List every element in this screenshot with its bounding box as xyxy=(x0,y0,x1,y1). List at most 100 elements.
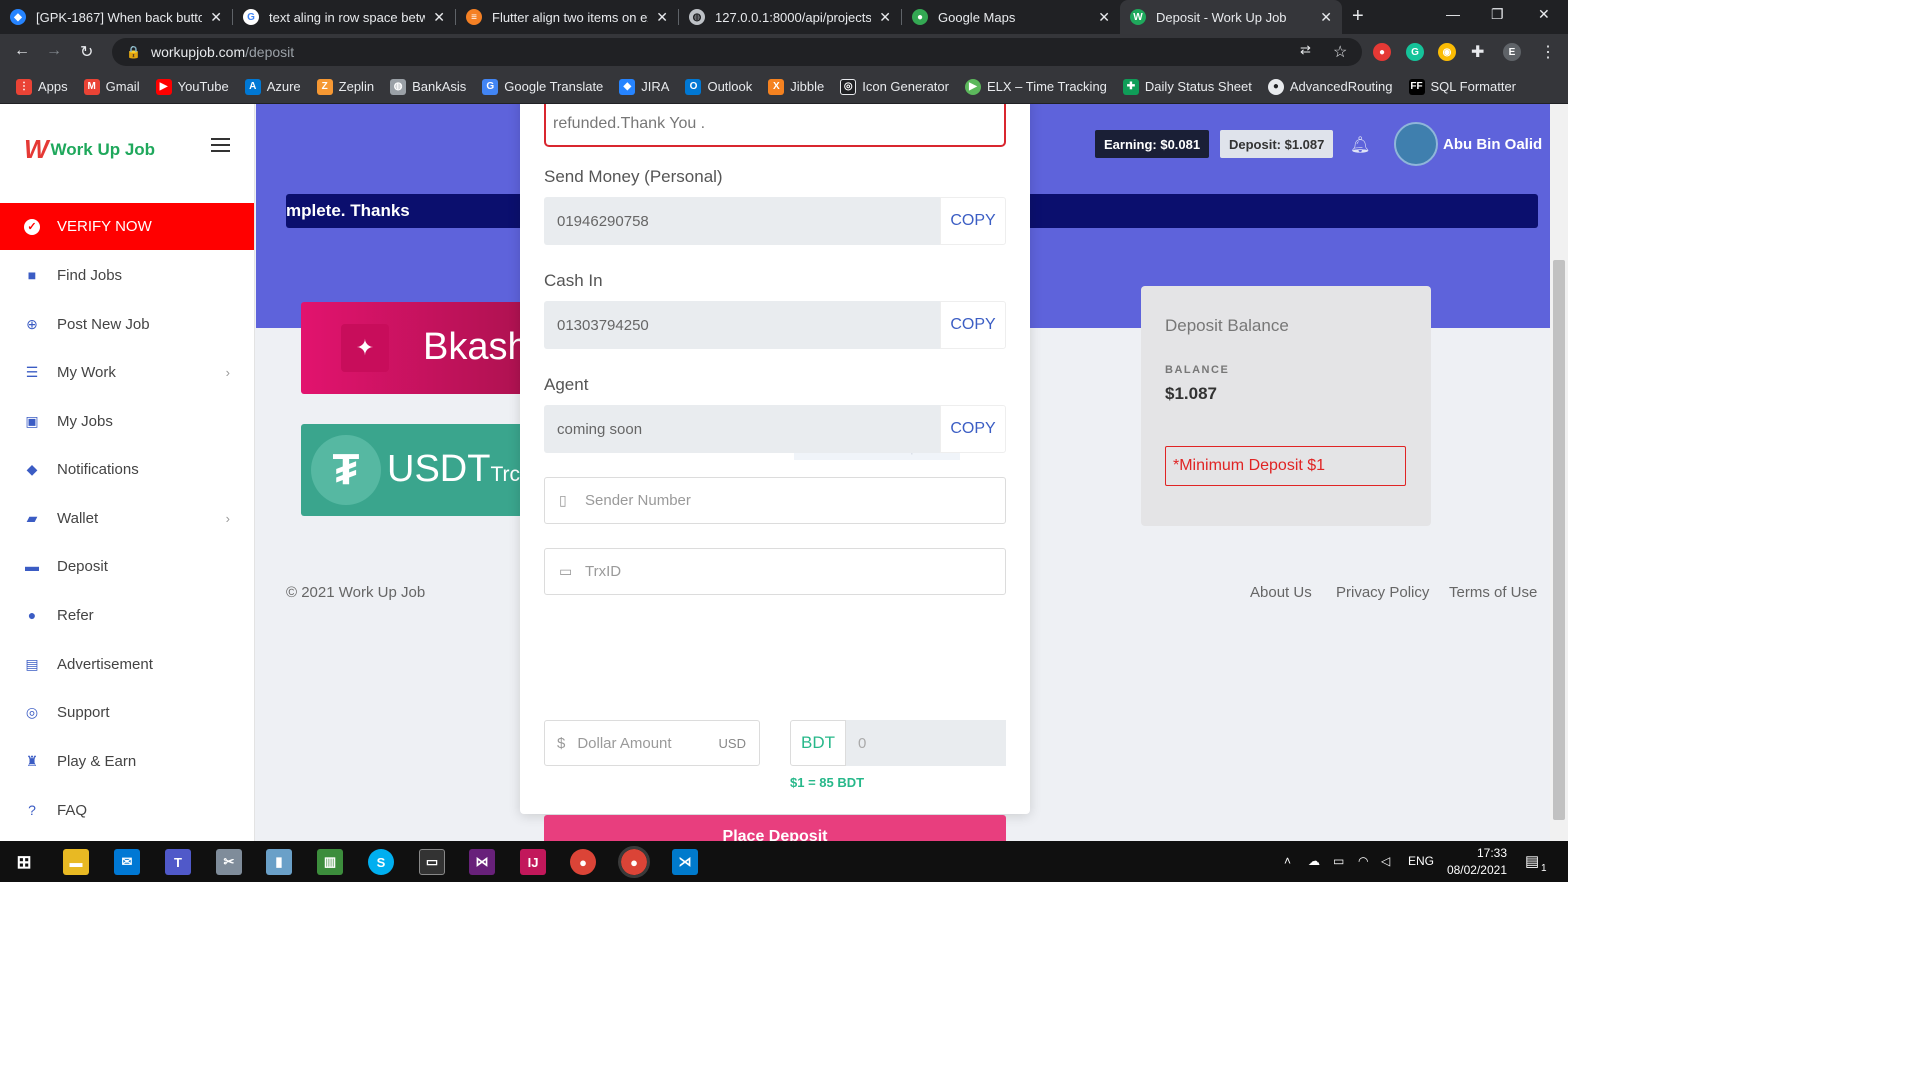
translate-page-icon[interactable]: ⇄ xyxy=(1300,42,1311,58)
bookmark-advanced-routing[interactable]: ● AdvancedRouting xyxy=(1267,78,1393,95)
sidebar-item-deposit[interactable]: ▬ Deposit xyxy=(0,546,254,586)
browser-tab-4[interactable]: ◍ 127.0.0.1:8000/api/projects/ ✕ xyxy=(679,0,901,34)
scrollbar-thumb[interactable] xyxy=(1553,260,1565,820)
sender-number-field[interactable]: ▯ Sender Number xyxy=(544,477,1006,524)
grammarly-icon[interactable]: G xyxy=(1406,43,1424,61)
sidebar-item-my-work[interactable]: ☰ My Work › xyxy=(0,352,254,392)
brand-logo[interactable]: W Work Up Job xyxy=(24,134,155,165)
browser-tab-5[interactable]: ● Google Maps ✕ xyxy=(902,0,1120,34)
more-menu-icon[interactable]: ⋮ xyxy=(1540,42,1556,62)
close-tab-icon[interactable]: ✕ xyxy=(1098,9,1110,26)
skype-icon[interactable]: S xyxy=(368,849,394,875)
bookmark-bankasis[interactable]: ◍ BankAsis xyxy=(390,78,466,95)
forward-icon[interactable]: → xyxy=(46,42,62,60)
onedrive-icon[interactable]: ☁ xyxy=(1308,854,1320,868)
clock[interactable]: 17:33 08/02/2021 xyxy=(1442,845,1507,879)
sidebar-item-find-jobs[interactable]: ■ Find Jobs xyxy=(0,255,254,295)
copy-send-money-button[interactable]: COPY xyxy=(940,197,1006,245)
close-tab-icon[interactable]: ✕ xyxy=(1320,9,1332,26)
profile-avatar-icon[interactable]: E xyxy=(1503,43,1521,61)
bookmark-google-translate[interactable]: G Google Translate xyxy=(482,78,603,95)
new-tab-icon[interactable]: + xyxy=(1352,5,1364,28)
deposit-modal: refunded.Thank You . Send Money (Persona… xyxy=(520,104,1030,841)
cash-in-label: Cash In xyxy=(544,271,603,290)
color-picker-icon[interactable]: ◉ xyxy=(1438,43,1456,61)
windows-start-icon[interactable]: ⊞ xyxy=(11,849,37,875)
address-bar[interactable]: 🔒 workupjob.com/deposit xyxy=(112,38,1362,66)
browser-tab-1[interactable]: ◆ [GPK-1867] When back butto ✕ xyxy=(0,0,232,34)
tray-chevron-up-icon[interactable]: ˄ xyxy=(1284,854,1291,868)
close-tab-icon[interactable]: ✕ xyxy=(656,9,668,26)
sidebar-item-play-earn[interactable]: ♜ Play & Earn xyxy=(0,741,254,781)
extensions-puzzle-icon[interactable]: ✚ xyxy=(1471,42,1484,62)
copy-agent-button[interactable]: COPY xyxy=(940,405,1006,453)
bookmark-apps[interactable]: ⋮ Apps xyxy=(16,78,68,95)
bookmark-sql-formatter[interactable]: FF SQL Formatter xyxy=(1408,78,1516,95)
hamburger-menu-icon[interactable] xyxy=(211,138,230,152)
sidebar-item-refer[interactable]: ● Refer xyxy=(0,595,254,635)
bookmark-jibble[interactable]: X Jibble xyxy=(768,78,824,95)
bell-icon[interactable]: 🔔︎ xyxy=(1350,135,1370,155)
user-name[interactable]: Abu Bin Oalid xyxy=(1443,136,1542,153)
copy-cash-in-button[interactable]: COPY xyxy=(940,301,1006,349)
snipping-tool-icon[interactable]: ✂ xyxy=(216,849,242,875)
close-tab-icon[interactable]: ✕ xyxy=(210,9,222,26)
bookmark-outlook[interactable]: O Outlook xyxy=(685,78,752,95)
sidebar-item-my-jobs[interactable]: ▣ My Jobs xyxy=(0,401,254,441)
sidebar-item-faq[interactable]: ? FAQ xyxy=(0,790,254,830)
sidebar-item-wallet[interactable]: ▰ Wallet › xyxy=(0,498,254,538)
bookmark-azure[interactable]: A Azure xyxy=(244,78,301,95)
sidebar-item-post-new-job[interactable]: ⊕ Post New Job xyxy=(0,304,254,344)
bookmark-jira[interactable]: ◆ JIRA xyxy=(619,78,669,95)
footer-link-terms[interactable]: Terms of Use xyxy=(1449,584,1537,601)
terminal-icon[interactable]: ▭ xyxy=(419,849,445,875)
action-center-icon[interactable]: ▤ xyxy=(1525,852,1539,870)
vscode-icon[interactable]: ⋊ xyxy=(672,849,698,875)
usdt-payment-card[interactable]: ₮ USDTTrc2 xyxy=(301,424,551,516)
close-tab-icon[interactable]: ✕ xyxy=(433,9,445,26)
bookmark-gmail[interactable]: M Gmail xyxy=(83,78,140,95)
teams-icon[interactable]: T xyxy=(165,849,191,875)
file-explorer-icon[interactable]: ▬ xyxy=(63,849,89,875)
sidebar-item-notifications[interactable]: ◆ Notifications xyxy=(0,449,254,489)
restore-icon[interactable]: ❐ xyxy=(1491,6,1504,23)
sidebar-item-support[interactable]: ◎ Support xyxy=(0,692,254,732)
reload-icon[interactable]: ↻ xyxy=(80,42,93,62)
bkash-payment-card[interactable]: ✦ Bkash xyxy=(301,302,551,394)
dollar-amount-field[interactable]: $ Dollar Amount USD xyxy=(544,720,760,766)
bdt-amount-field: BDT 0 xyxy=(790,720,1006,766)
page-scrollbar[interactable] xyxy=(1550,104,1568,841)
volume-icon[interactable]: ◁ xyxy=(1381,854,1390,868)
chart-app-icon[interactable]: ▥ xyxy=(317,849,343,875)
browser-tab-3[interactable]: ≡ Flutter align two items on ex ✕ xyxy=(456,0,678,34)
footer-link-privacy[interactable]: Privacy Policy xyxy=(1336,584,1429,601)
intellij-icon[interactable]: IJ xyxy=(520,849,546,875)
extension-badge-icon[interactable]: ● xyxy=(1373,43,1391,61)
sidebar-item-advertisement[interactable]: ▤ Advertisement xyxy=(0,644,254,684)
bookmark-elx-time-tracking[interactable]: ▶ ELX – Time Tracking xyxy=(964,78,1107,95)
mail-icon[interactable]: ✉ xyxy=(114,849,140,875)
bookmark-icon-generator[interactable]: ◎ Icon Generator xyxy=(840,78,949,95)
bookmark-zeplin[interactable]: Z Zeplin xyxy=(316,78,374,95)
place-deposit-button[interactable]: Place Deposit xyxy=(544,815,1006,841)
footer-link-about[interactable]: About Us xyxy=(1250,584,1312,601)
language-indicator[interactable]: ENG xyxy=(1408,854,1434,868)
close-tab-icon[interactable]: ✕ xyxy=(879,9,891,26)
verify-now-button[interactable]: ✓ VERIFY NOW xyxy=(0,203,254,250)
back-icon[interactable]: ← xyxy=(14,42,30,60)
bookmark-daily-status-sheet[interactable]: ✚ Daily Status Sheet xyxy=(1122,78,1252,95)
notebook-icon[interactable]: ▮ xyxy=(266,849,292,875)
browser-tab-2[interactable]: G text aling in row space betwe ✕ xyxy=(233,0,455,34)
close-window-icon[interactable]: ✕ xyxy=(1538,6,1550,23)
visual-studio-icon[interactable]: ⋈ xyxy=(469,849,495,875)
wifi-icon[interactable]: ◠ xyxy=(1358,854,1368,868)
minimize-icon[interactable]: — xyxy=(1446,6,1460,22)
bookmark-star-icon[interactable]: ☆ xyxy=(1333,42,1347,62)
chrome-icon[interactable]: ● xyxy=(570,849,596,875)
battery-icon[interactable]: ▭ xyxy=(1333,854,1344,868)
browser-tab-active[interactable]: W Deposit - Work Up Job ✕ xyxy=(1120,0,1342,34)
bookmark-youtube[interactable]: ▶ YouTube xyxy=(155,78,229,95)
chrome-active-icon[interactable]: ● xyxy=(618,846,650,878)
trxid-field[interactable]: ▭ TrxID xyxy=(544,548,1006,595)
avatar[interactable] xyxy=(1394,122,1438,166)
